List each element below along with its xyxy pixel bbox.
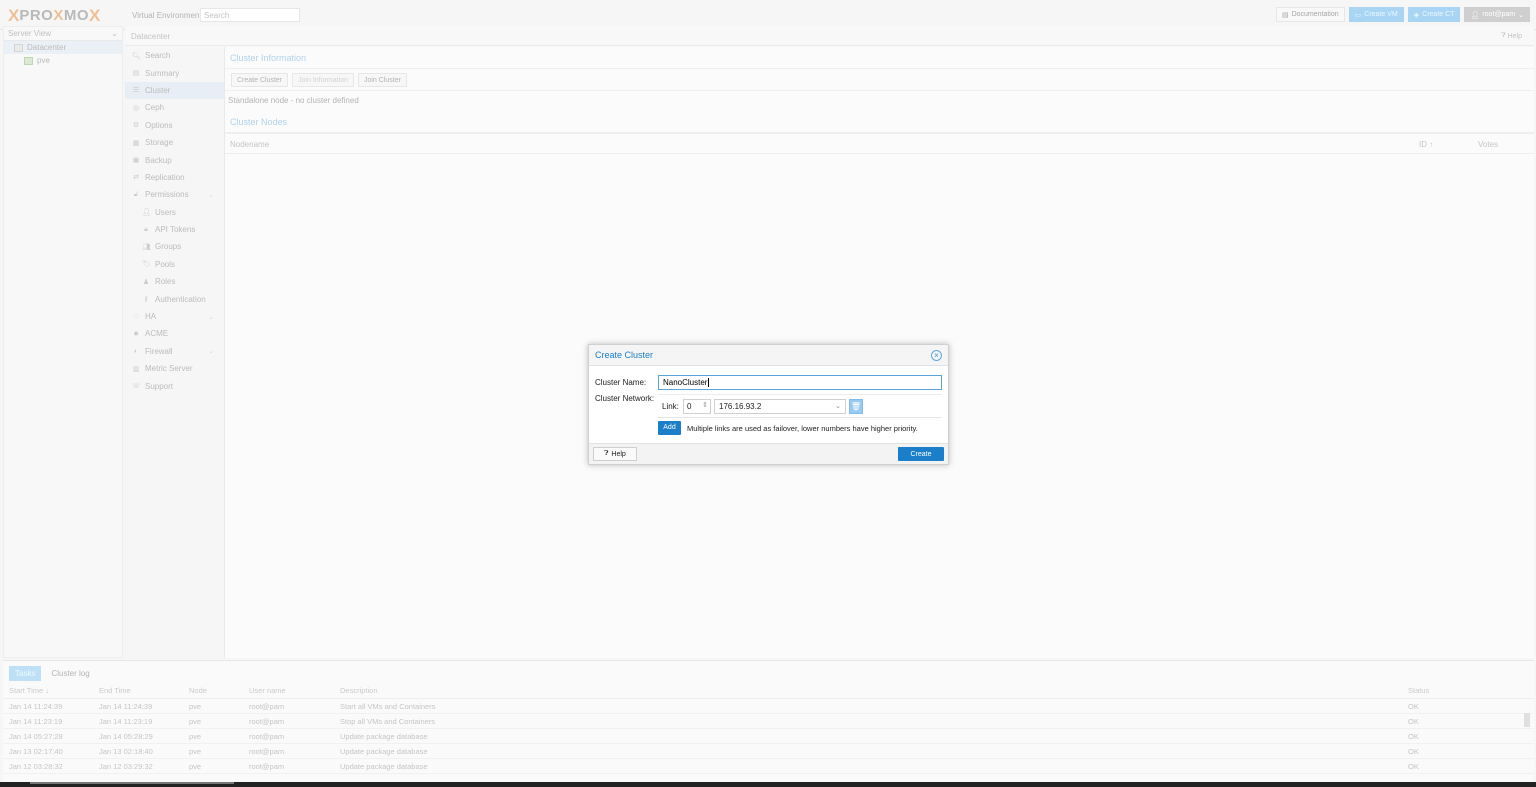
create-button[interactable]: Create xyxy=(898,447,944,461)
trash-icon[interactable]: 🗑︎ xyxy=(849,399,863,414)
spinner-icon[interactable]: ⇕ xyxy=(702,401,708,409)
cluster-name-label: Cluster Name: xyxy=(595,378,647,387)
help-button[interactable]: ❓︎ Help xyxy=(593,447,637,461)
cluster-network-field: Link: 0 ⇕ 176.16.93.2 ⌄ 🗑︎ Add Multiple … xyxy=(658,394,942,435)
add-link-button[interactable]: Add xyxy=(658,421,681,435)
bottom-strip xyxy=(0,782,1536,787)
link-number-stepper[interactable]: 0 ⇕ xyxy=(683,399,711,414)
question-circle-icon: ❓︎ xyxy=(604,450,609,457)
divider xyxy=(658,417,942,418)
close-icon[interactable]: × xyxy=(931,350,942,361)
chevron-down-icon[interactable]: ⌄ xyxy=(835,402,841,410)
add-link-note: Multiple links are used as failover, low… xyxy=(687,424,918,433)
cluster-name-input[interactable]: NanoCluster xyxy=(658,375,942,390)
dialog-header: Create Cluster × xyxy=(589,345,948,366)
link-label: Link: xyxy=(662,402,679,411)
dialog-title: Create Cluster xyxy=(595,350,654,360)
create-cluster-dialog: Create Cluster × Cluster Name: NanoClust… xyxy=(588,344,949,465)
cluster-network-label: Cluster Network: xyxy=(595,394,655,403)
link-address-select[interactable]: 176.16.93.2 ⌄ xyxy=(714,399,846,414)
dialog-footer: ❓︎ Help Create xyxy=(589,443,948,464)
